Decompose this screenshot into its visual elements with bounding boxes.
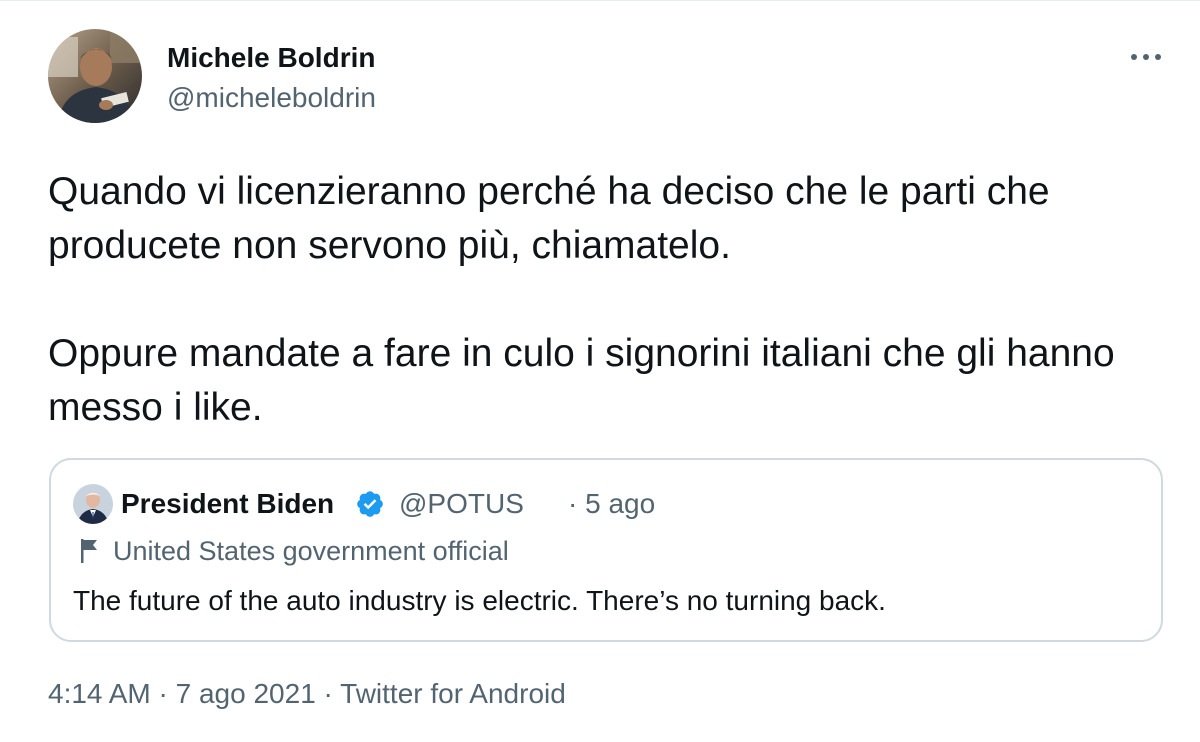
quoted-tweet[interactable]: President Biden @POTUS · 5 ago United St… [49, 458, 1163, 642]
government-flag-icon [79, 538, 101, 564]
quoted-author-avatar [73, 484, 113, 524]
tweet-paragraph: Oppure mandate a fare in culo i signorin… [48, 332, 1115, 429]
more-horizontal-icon [1131, 54, 1161, 60]
author-handle[interactable]: @micheleboldrin [167, 81, 376, 115]
meta-separator: · [315, 678, 341, 709]
quoted-avatar-image [73, 484, 113, 524]
verified-badge-icon [355, 489, 385, 519]
tweet-card: Michele Boldrin @micheleboldrin Quando v… [0, 0, 1200, 742]
government-official-label: United States government official [113, 536, 509, 566]
tweet-paragraph: Quando vi licenzieranno perché ha deciso… [48, 170, 1050, 267]
tweet-body: Quando vi licenzieranno perché ha deciso… [48, 165, 1158, 435]
author-avatar[interactable] [48, 29, 142, 123]
quoted-author-handle: @POTUS [399, 488, 524, 519]
more-options-button[interactable] [1126, 37, 1166, 77]
author-name[interactable]: Michele Boldrin [167, 41, 375, 75]
tweet-metadata: 4:14 AM · 7 ago 2021 · Twitter for Andro… [48, 677, 566, 711]
quoted-timestamp: · 5 ago [568, 488, 656, 519]
quoted-author-name: President Biden [121, 488, 335, 519]
meta-separator: · [150, 678, 176, 709]
author-avatar-image [48, 29, 142, 123]
tweet-time[interactable]: 4:14 AM [48, 678, 151, 709]
quoted-tweet-text: The future of the auto industry is elect… [73, 585, 886, 616]
tweet-date[interactable]: 7 ago 2021 [176, 678, 316, 709]
tweet-source[interactable]: Twitter for Android [340, 678, 566, 709]
